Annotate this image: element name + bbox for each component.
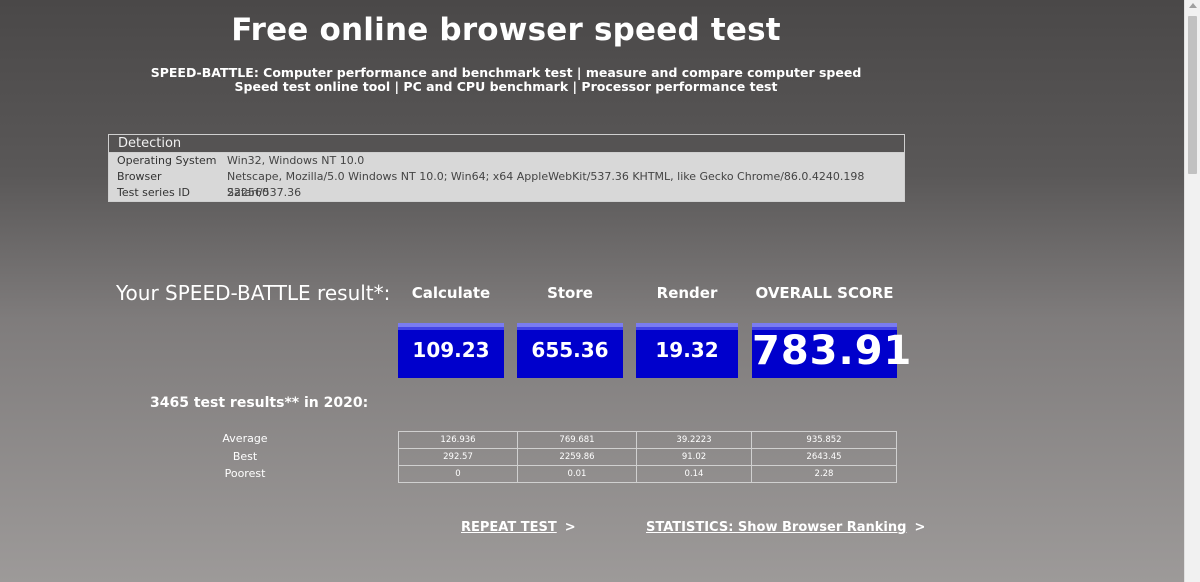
overall-score-value: 783.91 bbox=[752, 328, 913, 374]
chevron-right-icon: > bbox=[564, 520, 576, 535]
table-cell: 769.681 bbox=[517, 431, 637, 449]
score-box-store: 655.36 bbox=[517, 323, 623, 378]
test-results-label: 3465 test results** in 2020: bbox=[150, 395, 369, 411]
table-cell: 0 bbox=[398, 465, 518, 483]
detection-value: 222560 bbox=[227, 186, 269, 199]
repeat-test-link[interactable]: REPEAT TEST bbox=[461, 520, 557, 535]
detection-row-series-id: Test series ID 222560 bbox=[109, 185, 904, 201]
column-head-overall: OVERALL SCORE bbox=[755, 284, 894, 302]
table-row: 126.936 769.681 39.2223 935.852 bbox=[398, 431, 897, 449]
vertical-scrollbar[interactable] bbox=[1184, 0, 1200, 582]
table-row: 292.57 2259.86 91.02 2643.45 bbox=[398, 448, 897, 466]
page-title: Free online browser speed test bbox=[231, 12, 781, 48]
statistics-link-wrap: STATISTICS: Show Browser Ranking > bbox=[646, 520, 925, 535]
page: Free online browser speed test SPEED-BAT… bbox=[0, 0, 1185, 582]
table-row: 0 0.01 0.14 2.28 bbox=[398, 465, 897, 483]
stats-row-label-best: Best bbox=[232, 450, 258, 463]
detection-row-os: Operating System Win32, Windows NT 10.0 bbox=[109, 153, 904, 169]
detection-label: Operating System bbox=[117, 154, 217, 167]
stats-row-label-poorest: Poorest bbox=[224, 467, 266, 480]
score-box-render: 19.32 bbox=[636, 323, 738, 378]
stats-table: 126.936 769.681 39.2223 935.852 292.57 2… bbox=[398, 431, 897, 483]
table-cell: 126.936 bbox=[398, 431, 518, 449]
statistics-link[interactable]: STATISTICS: Show Browser Ranking bbox=[646, 520, 906, 535]
repeat-test-link-wrap: REPEAT TEST > bbox=[461, 520, 576, 535]
stats-row-label-average: Average bbox=[222, 432, 268, 445]
table-cell: 935.852 bbox=[751, 431, 897, 449]
score-value: 655.36 bbox=[531, 338, 609, 362]
result-label: Your SPEED-BATTLE result*: bbox=[116, 281, 391, 305]
detection-label: Browser bbox=[117, 170, 162, 183]
table-cell: 2259.86 bbox=[517, 448, 637, 466]
subtitle-line-2: Speed test online tool | PC and CPU benc… bbox=[234, 79, 778, 94]
table-cell: 91.02 bbox=[636, 448, 752, 466]
scrollbar-thumb[interactable] bbox=[1188, 16, 1197, 174]
score-value: 19.32 bbox=[655, 338, 719, 362]
table-cell: 39.2223 bbox=[636, 431, 752, 449]
score-value: 109.23 bbox=[412, 338, 490, 362]
detection-row-browser: Browser Netscape, Mozilla/5.0 Windows NT… bbox=[109, 169, 904, 199]
table-cell: 2643.45 bbox=[751, 448, 897, 466]
detection-label: Test series ID bbox=[117, 186, 190, 199]
score-box-overall: 783.91 bbox=[752, 323, 913, 378]
score-box-calculate: 109.23 bbox=[398, 323, 504, 378]
detection-value: Win32, Windows NT 10.0 bbox=[227, 154, 365, 167]
detection-panel: Detection Operating System Win32, Window… bbox=[108, 134, 905, 202]
table-cell: 292.57 bbox=[398, 448, 518, 466]
column-head-store: Store bbox=[547, 284, 593, 302]
chevron-right-icon: > bbox=[914, 520, 926, 535]
table-cell: 0.01 bbox=[517, 465, 637, 483]
subtitle-line-1: SPEED-BATTLE: Computer performance and b… bbox=[150, 65, 862, 80]
table-cell: 2.28 bbox=[751, 465, 897, 483]
detection-heading: Detection bbox=[109, 135, 904, 153]
column-head-render: Render bbox=[656, 284, 718, 302]
scroll-up-arrow-icon[interactable] bbox=[1189, 3, 1197, 8]
column-head-calculate: Calculate bbox=[411, 284, 491, 302]
table-cell: 0.14 bbox=[636, 465, 752, 483]
